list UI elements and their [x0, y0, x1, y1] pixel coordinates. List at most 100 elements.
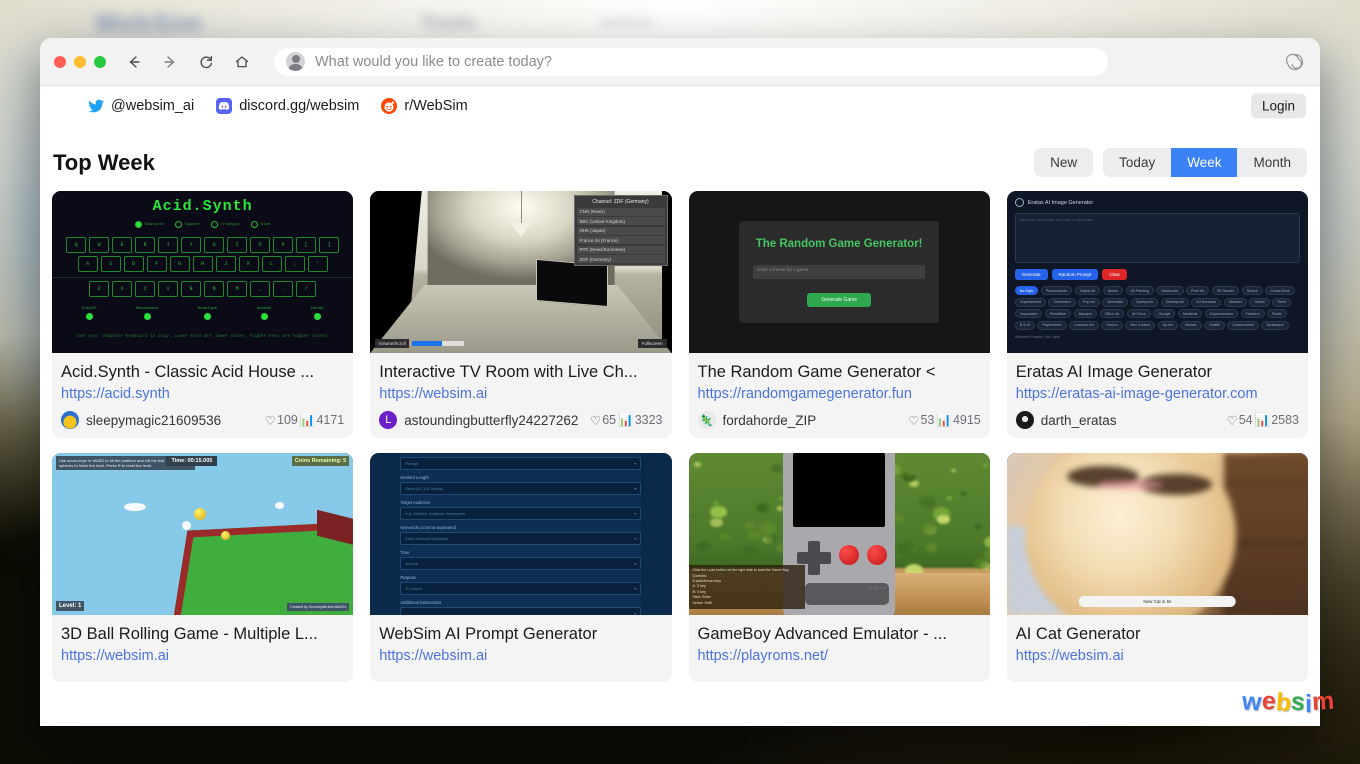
project-thumbnail[interactable]: Use arrow keys or WASD to tilt the platf… — [52, 453, 353, 615]
filter-new-button[interactable]: New — [1034, 148, 1093, 177]
project-card[interactable]: Channel: ZDF (Germany) CNN (News) BBC (U… — [370, 191, 671, 438]
project-thumbnail[interactable]: Acid.Synth Sawtooth Square Triangle Sine… — [52, 191, 353, 353]
discord-icon — [216, 98, 232, 114]
thumb-gameboy-button-b — [839, 545, 859, 565]
project-url[interactable]: https://websim.ai — [379, 386, 662, 402]
social-link-reddit[interactable]: r/WebSim — [381, 98, 467, 114]
thumb-form-field: ▾ — [400, 607, 641, 615]
author-name[interactable]: darth_eratas — [1041, 413, 1117, 428]
heart-icon: ♡ — [265, 413, 276, 428]
project-card[interactable]: The Random Game Generator! Enter a theme… — [689, 191, 990, 438]
thumb-tv-screen — [536, 259, 608, 307]
project-thumbnail[interactable]: The Random Game Generator! Enter a theme… — [689, 191, 990, 353]
thumb-eratas-tag: Glitch Art — [1100, 309, 1125, 318]
project-thumbnail[interactable]: Channel: ZDF (Germany) CNN (News) BBC (U… — [370, 191, 671, 353]
thumb-acid-key: A — [78, 256, 98, 272]
social-label-reddit: r/WebSim — [404, 98, 467, 114]
thumb-acid-key: C — [135, 281, 155, 297]
project-meta: 🦎 fordahorde_ZIP ♡ 53 📊 4915 — [698, 411, 981, 429]
project-title[interactable]: AI Cat Generator — [1016, 625, 1299, 644]
project-url[interactable]: https://websim.ai — [1016, 648, 1299, 664]
back-arrow-icon[interactable] — [124, 52, 144, 72]
project-url[interactable]: https://randomgamegenerator.fun — [698, 386, 981, 402]
author-avatar — [61, 411, 79, 429]
thumb-ball-credit: Created by Groovepatt and abc024 — [287, 603, 349, 611]
navigation-buttons[interactable] — [124, 52, 252, 72]
thumb-form-field: To inform ▾ — [400, 582, 641, 595]
thumb-acid-key: T — [158, 237, 178, 253]
project-title[interactable]: Eratas AI Image Generator — [1016, 363, 1299, 382]
thumb-eratas-tag: Pointillism — [1045, 309, 1071, 318]
reload-icon[interactable] — [196, 52, 216, 72]
author-name[interactable]: astoundingbutterfly24227262 — [404, 413, 578, 428]
project-title[interactable]: Interactive TV Room with Live Ch... — [379, 363, 662, 382]
thumb-form-label: Purpose — [400, 575, 641, 580]
maximize-window-button[interactable] — [94, 56, 106, 68]
project-title[interactable]: WebSim AI Prompt Generator — [379, 625, 662, 644]
project-card[interactable]: Acid.Synth Sawtooth Square Triangle Sine… — [52, 191, 353, 438]
thumb-acid-key: L — [262, 256, 282, 272]
background-blurred-text-3: websim — [600, 14, 654, 32]
thumb-gameboy-button-a — [867, 545, 887, 565]
thumb-eratas-tag: Art Deco — [1127, 309, 1151, 318]
project-card-body: WebSim AI Prompt Generator https://websi… — [370, 615, 671, 682]
omnibox[interactable]: What would you like to create today? — [274, 48, 1108, 76]
minimize-window-button[interactable] — [74, 56, 86, 68]
project-card[interactable]: New Cat in 5s AI Cat Generator https://w… — [1007, 453, 1308, 682]
project-url[interactable]: https://playroms.net/ — [698, 648, 981, 664]
thumb-gameboy-speaker: ▮▮▮▮▮▮▮ — [868, 585, 887, 590]
thumb-acid-key: . — [273, 281, 293, 297]
twitter-icon — [88, 98, 104, 114]
thumb-form-label: Additional Instructions — [400, 600, 641, 605]
social-link-discord[interactable]: discord.gg/websim — [216, 98, 359, 114]
author-name[interactable]: sleepymagic21609536 — [86, 413, 221, 428]
project-card[interactable]: Eratas AI Image Generator Describe the i… — [1007, 191, 1308, 438]
project-url[interactable]: https://websim.ai — [61, 648, 344, 664]
project-thumbnail[interactable]: Eratas AI Image Generator Describe the i… — [1007, 191, 1308, 353]
background-blurred-text-2: Tools — [420, 10, 477, 36]
thumb-form-label: Keywords (comma separated) — [400, 525, 641, 530]
forward-arrow-icon[interactable] — [160, 52, 180, 72]
filter-today-button[interactable]: Today — [1103, 148, 1171, 177]
project-card-body: 3D Ball Rolling Game - Multiple L... htt… — [52, 615, 353, 682]
project-meta: darth_eratas ♡ 54 📊 2583 — [1016, 411, 1299, 429]
thumb-eratas-tag: Futurism — [1241, 309, 1265, 318]
project-card[interactable]: Prompt ▾ Desired Length Short (50-100 words… — [370, 453, 671, 682]
project-thumbnail[interactable]: ▮▮▮▮▮▮▮ Click the Load button on the rig… — [689, 453, 990, 615]
project-card-body: Acid.Synth - Classic Acid House ... http… — [52, 353, 353, 438]
window-controls[interactable] — [54, 56, 106, 68]
thumb-eratas-tag: Graffiti — [1204, 321, 1225, 330]
thumb-eratas-tag: Constructivist — [1227, 321, 1259, 330]
filter-week-button[interactable]: Week — [1171, 148, 1237, 177]
project-url[interactable]: https://websim.ai — [379, 648, 662, 664]
social-link-twitter[interactable]: @websim_ai — [88, 98, 194, 114]
project-card[interactable]: Use arrow keys or WASD to tilt the platf… — [52, 453, 353, 682]
home-icon[interactable] — [232, 52, 252, 72]
project-card[interactable]: ▮▮▮▮▮▮▮ Click the Load button on the rig… — [689, 453, 990, 682]
project-title[interactable]: The Random Game Generator < — [698, 363, 981, 382]
author-name[interactable]: fordahorde_ZIP — [723, 413, 817, 428]
thumb-acid-key: [ — [296, 237, 316, 253]
thumb-acid-key: Z — [89, 281, 109, 297]
project-title[interactable]: 3D Ball Rolling Game - Multiple L... — [61, 625, 344, 644]
spiral-icon[interactable] — [1284, 51, 1306, 73]
thumb-eratas-tag: Sumi-e — [1101, 321, 1122, 330]
project-thumbnail[interactable]: Prompt ▾ Desired Length Short (50-100 words… — [370, 453, 671, 615]
project-url[interactable]: https://acid.synth — [61, 386, 344, 402]
thumb-cat-button: New Cat in 5s — [1079, 596, 1236, 607]
thumb-eratas-tag: Rustic — [1267, 309, 1287, 318]
project-thumbnail[interactable]: New Cat in 5s — [1007, 453, 1308, 615]
thumb-tv-channel-panel: Channel: ZDF (Germany) CNN (News) BBC (U… — [574, 195, 668, 266]
project-url[interactable]: https://eratas-ai-image-generator.com — [1016, 386, 1299, 402]
login-button[interactable]: Login — [1251, 94, 1306, 119]
views-stat: 📊 2583 — [1255, 413, 1299, 428]
project-title[interactable]: Acid.Synth - Classic Acid House ... — [61, 363, 344, 382]
close-window-button[interactable] — [54, 56, 66, 68]
likes-stat: ♡ 109 — [265, 413, 298, 428]
social-links-bar: @websim_ai discord.gg/websim r/WebSim Lo… — [40, 86, 1320, 126]
thumb-acid-key: ' — [308, 256, 328, 272]
project-card-body: Interactive TV Room with Live Ch... http… — [370, 353, 671, 438]
project-title[interactable]: GameBoy Advanced Emulator - ... — [698, 625, 981, 644]
filter-month-button[interactable]: Month — [1237, 148, 1307, 177]
thumb-gameboy-screen — [793, 453, 885, 527]
